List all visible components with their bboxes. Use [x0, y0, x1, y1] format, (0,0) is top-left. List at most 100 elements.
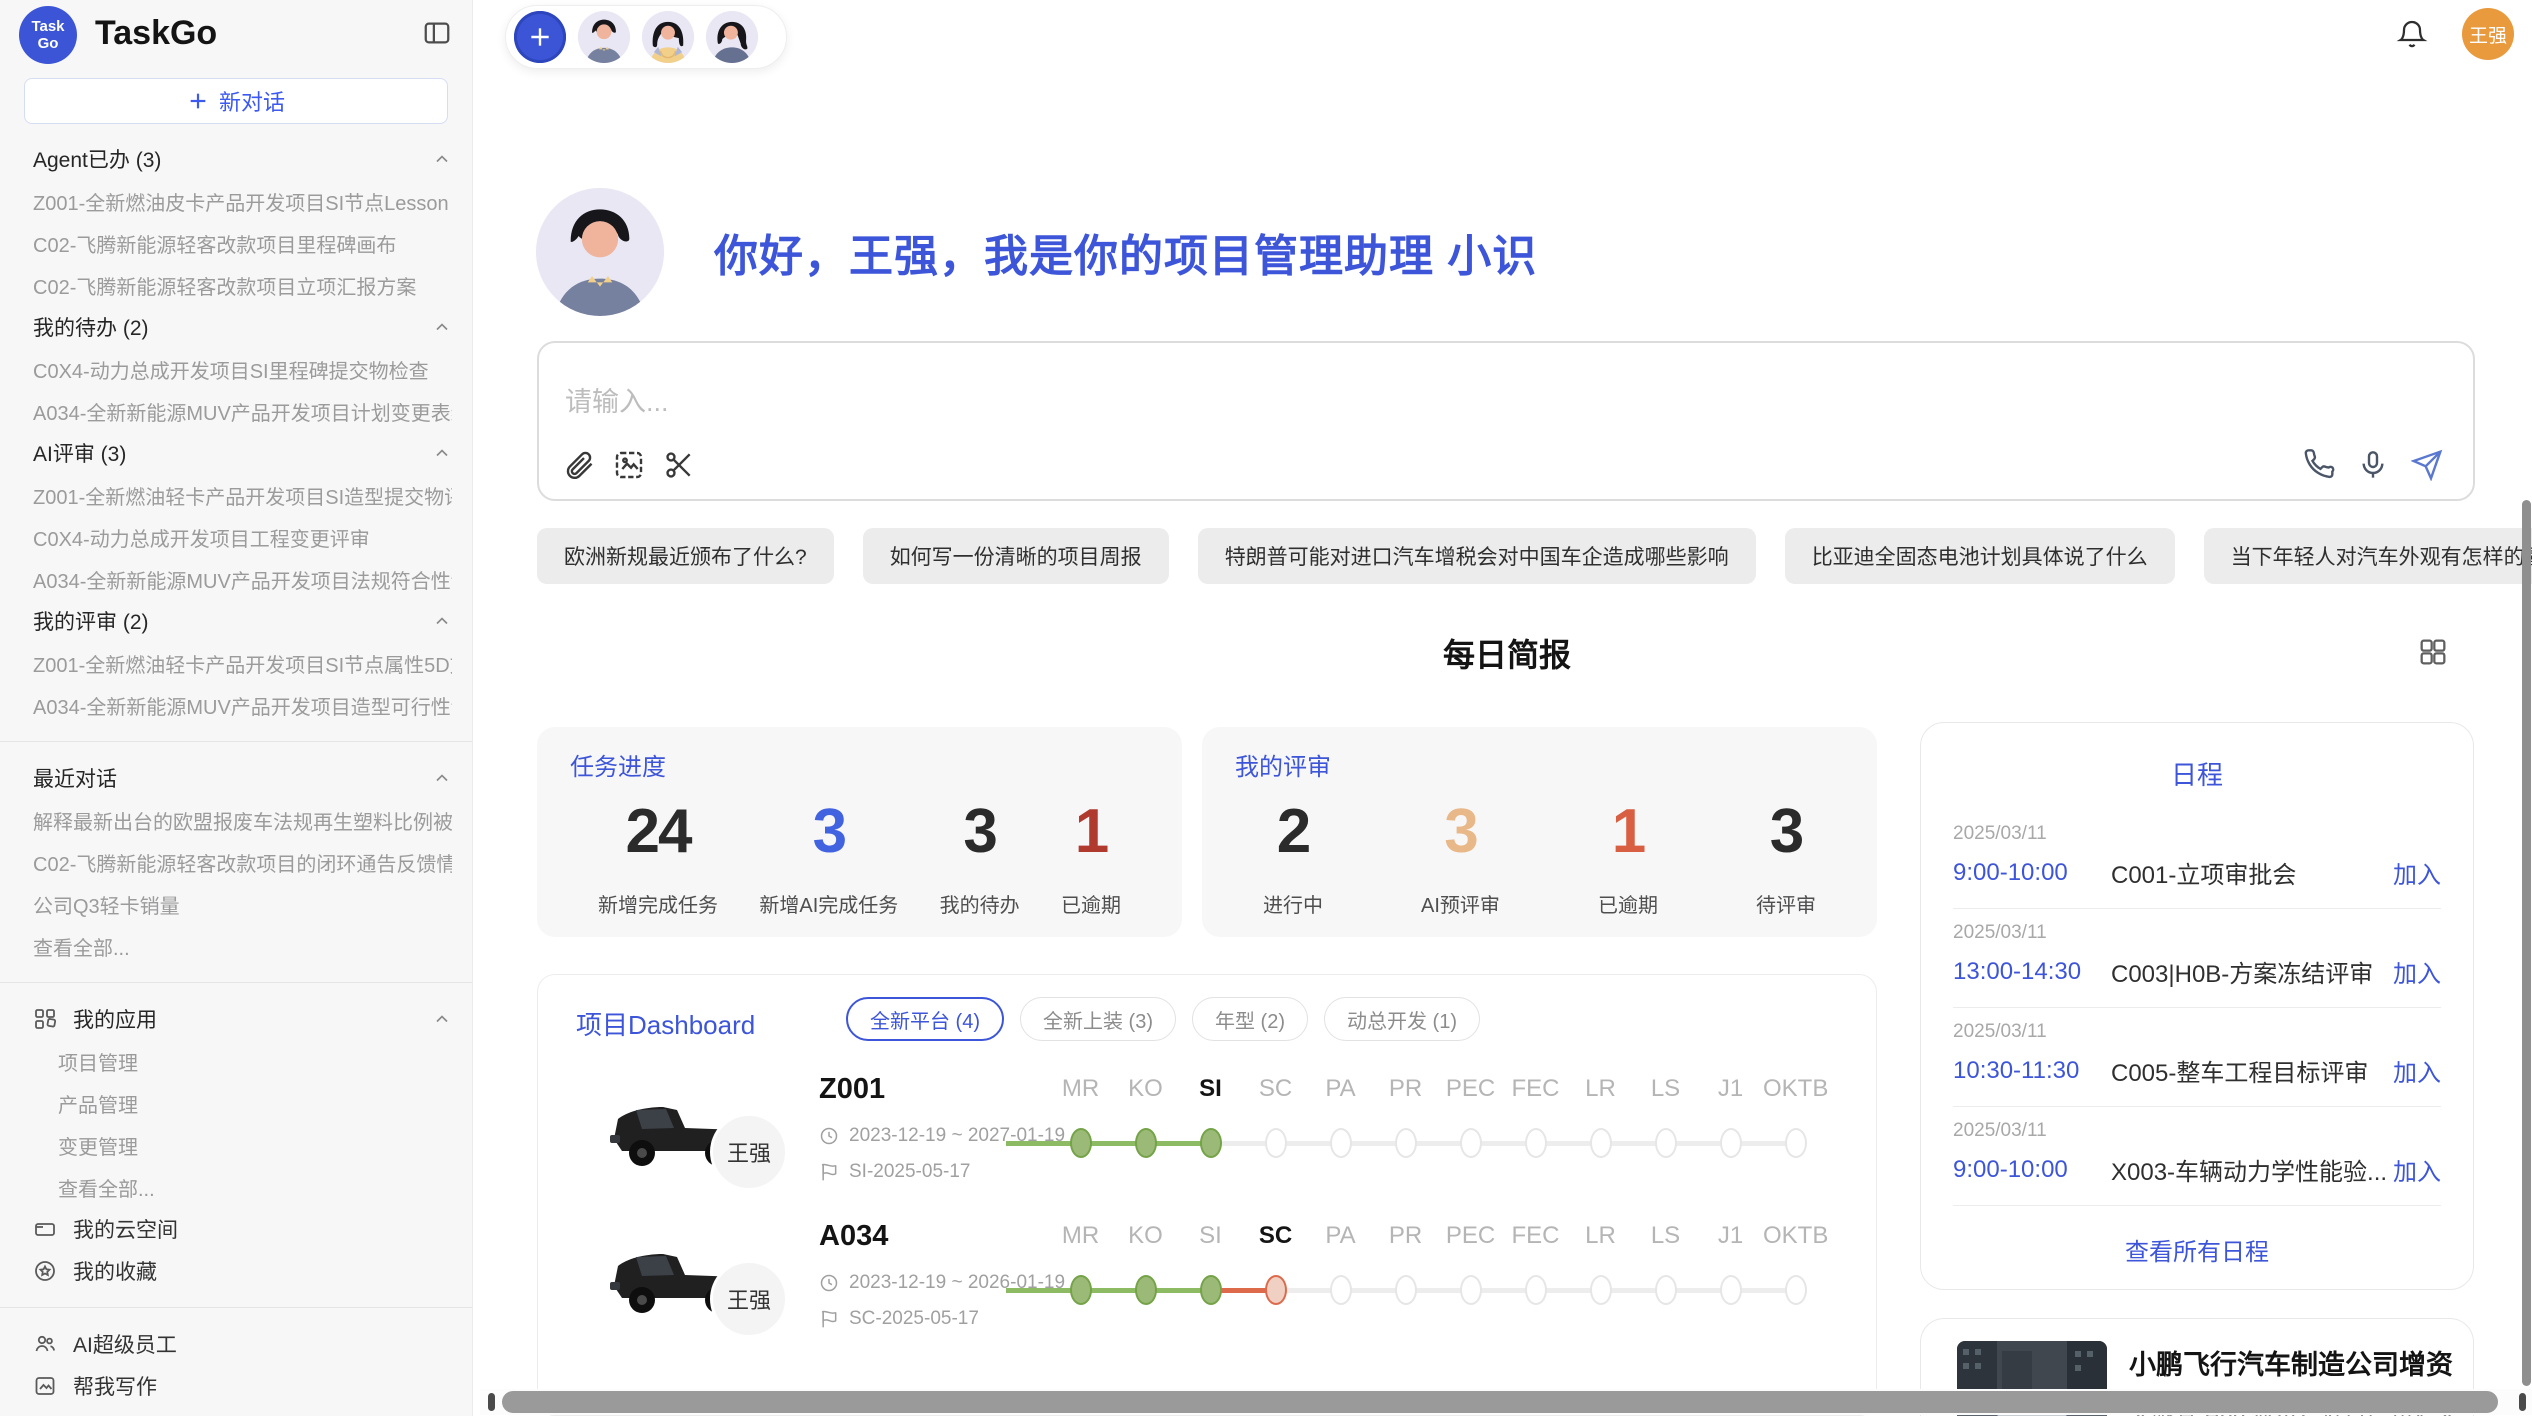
stat-label: 进行中 [1263, 889, 1323, 918]
dashboard-tabs: 全新平台 (4) 全新上装 (3) 年型 (2) 动总开发 (1) [846, 997, 1480, 1041]
tab-new-body[interactable]: 全新上装 (3) [1020, 997, 1176, 1041]
view-all-schedule-link[interactable]: 查看所有日程 [1921, 1232, 2473, 1267]
agent-avatar-2[interactable] [642, 11, 694, 63]
microphone-icon[interactable] [2357, 449, 2389, 481]
tab-all-new-platform[interactable]: 全新平台 (4) [846, 997, 1004, 1041]
milestone-label: LR [1568, 1222, 1633, 1250]
join-link[interactable]: 加入 [2393, 1053, 2441, 1088]
scroll-left-arrow[interactable] [488, 1393, 495, 1411]
join-link[interactable]: 加入 [2393, 1152, 2441, 1187]
suggestion-chip[interactable]: 当下年轻人对汽车外观有怎样的喜好趋势 [2204, 528, 2532, 584]
milestone-label: PR [1373, 1222, 1438, 1250]
sidebar-item-cloud-space[interactable]: 我的云空间 [0, 1208, 472, 1250]
sidebar-item-product-mgmt[interactable]: 产品管理 [0, 1082, 472, 1124]
sidebar-item-project-mgmt[interactable]: 项目管理 [0, 1040, 472, 1082]
chevron-up-icon [432, 317, 452, 337]
list-item[interactable]: C0X4-动力总成开发项目SI里程碑提交物检查 [0, 348, 472, 390]
project-dashboard-card: 项目Dashboard 全新平台 (4) 全新上装 (3) 年型 (2) 动总开… [537, 974, 1877, 1416]
milestone-dot [1525, 1275, 1547, 1305]
join-link[interactable]: 加入 [2393, 855, 2441, 890]
new-chat-button[interactable]: 新对话 [24, 78, 448, 124]
event-time: 10:30-11:30 [1953, 1057, 2111, 1085]
stat: 3我的待办 [940, 796, 1020, 918]
sidebar-item-creative-drawing[interactable]: 创意制图 [0, 1407, 472, 1416]
send-icon[interactable] [2411, 449, 2443, 481]
project-row[interactable]: 王强 A034 2023-12-19 ~ 2026-01-19 SC-2025-… [538, 1218, 1876, 1365]
tab-powertrain[interactable]: 动总开发 (1) [1324, 997, 1480, 1041]
list-item[interactable]: C02-飞腾新能源轻客改款项目立项汇报方案 [0, 264, 472, 306]
sidebar-item-ai-super-staff[interactable]: AI超级员工 [0, 1323, 472, 1365]
milestone-dot [1590, 1275, 1612, 1305]
horizontal-scrollbar-thumb[interactable] [502, 1391, 2498, 1413]
list-item[interactable]: Z001-全新燃油轻卡产品开发项目SI造型提交物评审 [0, 474, 472, 516]
event-date: 2025/03/11 [1953, 823, 2441, 845]
section-my-todo[interactable]: 我的待办 (2) [0, 306, 472, 348]
section-recent-chats[interactable]: 最近对话 [0, 757, 472, 799]
item-label: C0X4-动力总成开发项目工程变更评审 [33, 523, 370, 552]
layout-grid-icon[interactable] [2417, 636, 2449, 668]
greeting-block: 你好，王强，我是你的项目管理助理 小识 [536, 188, 1537, 316]
section-label: Agent已办 (3) [33, 144, 161, 174]
image-icon[interactable] [613, 449, 645, 481]
chevron-up-icon [432, 1009, 452, 1029]
stat-value: 3 [940, 796, 1020, 867]
milestone-dot [1395, 1128, 1417, 1158]
stat-label: 新增完成任务 [598, 889, 718, 918]
project-milestone-date: SI-2025-05-17 [819, 1161, 970, 1183]
stat-value: 1 [1061, 796, 1121, 867]
list-item[interactable]: A034-全新新能源MUV产品开发项目法规符合性评审 [0, 558, 472, 600]
suggestion-chip[interactable]: 如何写一份清晰的项目周报 [863, 528, 1169, 584]
vertical-scrollbar-thumb[interactable] [2522, 500, 2531, 1386]
sidebar-collapse-icon[interactable] [422, 18, 452, 48]
sidebar-item-change-mgmt[interactable]: 变更管理 [0, 1124, 472, 1166]
project-row[interactable]: 王强 Z001 2023-12-19 ~ 2027-01-19 SI-2025-… [538, 1071, 1876, 1218]
card-title: 我的评审 [1235, 747, 1844, 782]
milestone-label: LS [1633, 1222, 1698, 1250]
favorites-badge-icon [33, 1259, 57, 1283]
stats-row: 2进行中 3AI预评审 1已逾期 3待评审 [1235, 796, 1844, 918]
section-my-apps[interactable]: 我的应用 [0, 998, 472, 1040]
view-all-apps[interactable]: 查看全部... [0, 1166, 472, 1208]
view-all-chats[interactable]: 查看全部... [0, 925, 472, 967]
phone-icon[interactable] [2303, 449, 2335, 481]
section-ai-review[interactable]: AI评审 (3) [0, 432, 472, 474]
project-code: A034 [819, 1220, 888, 1253]
new-agent-button[interactable] [514, 11, 566, 63]
notification-bell-icon[interactable] [2396, 18, 2428, 50]
list-item[interactable]: C02-飞腾新能源轻客改款项目里程碑画布 [0, 222, 472, 264]
divider [1953, 1205, 2441, 1206]
suggestion-chips: 欧洲新规最近颁布了什么? 如何写一份清晰的项目周报 特朗普可能对进口汽车增税会对… [537, 528, 2477, 584]
user-avatar[interactable]: 王强 [2462, 8, 2514, 60]
list-item[interactable]: A034-全新新能源MUV产品开发项目造型可行性评审 [0, 684, 472, 726]
section-my-review[interactable]: 我的评审 (2) [0, 600, 472, 642]
event-list: 2025/03/11 9:00-10:00C001-立项审批会加入 2025/0… [1921, 810, 2473, 1206]
suggestion-chip[interactable]: 比亚迪全固态电池计划具体说了什么 [1785, 528, 2175, 584]
scroll-right-arrow[interactable] [2519, 1393, 2526, 1411]
scissors-icon[interactable] [663, 449, 695, 481]
schedule-event: 2025/03/11 13:00-14:30C003|H0B-方案冻结评审加入 [1921, 909, 2473, 1007]
section-agent-done[interactable]: Agent已办 (3) [0, 138, 472, 180]
tab-model-year[interactable]: 年型 (2) [1192, 997, 1308, 1041]
milestone-dot [1590, 1128, 1612, 1158]
assistant-avatar [536, 188, 664, 316]
suggestion-chip[interactable]: 特朗普可能对进口汽车增税会对中国车企造成哪些影响 [1198, 528, 1756, 584]
agent-avatar-3[interactable] [706, 11, 758, 63]
attachment-icon[interactable] [563, 449, 595, 481]
sidebar-item-favorites[interactable]: 我的收藏 [0, 1250, 472, 1292]
plus-icon [527, 24, 553, 50]
list-item[interactable]: C0X4-动力总成开发项目工程变更评审 [0, 516, 472, 558]
list-item[interactable]: A034-全新新能源MUV产品开发项目计划变更表编写 [0, 390, 472, 432]
apps-grid-icon [33, 1007, 57, 1031]
list-item[interactable]: Z001-全新燃油皮卡产品开发项目SI节点Lesson Learn报告 [0, 180, 472, 222]
list-item[interactable]: C02-飞腾新能源轻客改款项目的闭环通告反馈情况 [0, 841, 472, 883]
list-item[interactable]: 解释最新出台的欧盟报废车法规再生塑料比例被调至15%... [0, 799, 472, 841]
list-item[interactable]: 公司Q3轻卡销量 [0, 883, 472, 925]
agent-avatar-1[interactable] [578, 11, 630, 63]
suggestion-chip[interactable]: 欧洲新规最近颁布了什么? [537, 528, 834, 584]
chat-input[interactable] [565, 387, 2065, 418]
sidebar-item-help-me-write[interactable]: 帮我写作 [0, 1365, 472, 1407]
milestone-dot [1525, 1128, 1547, 1158]
join-link[interactable]: 加入 [2393, 954, 2441, 989]
owner-badge: 王强 [710, 1260, 788, 1338]
list-item[interactable]: Z001-全新燃油轻卡产品开发项目SI节点属性5D文件评审 [0, 642, 472, 684]
